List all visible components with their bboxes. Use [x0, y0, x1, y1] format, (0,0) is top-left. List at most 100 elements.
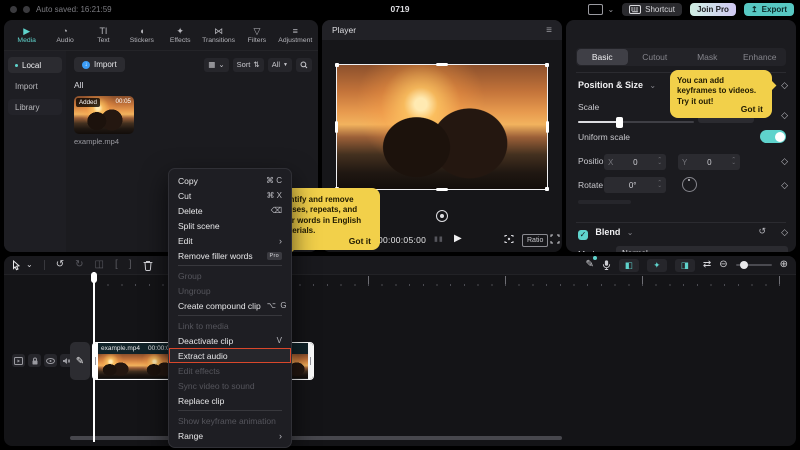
hide-track-icon[interactable] [44, 354, 57, 367]
sidebar-item-import[interactable]: Import [8, 78, 62, 94]
fullscreen-icon[interactable] [550, 234, 560, 244]
display-icon[interactable] [588, 4, 603, 15]
stepper-icon[interactable]: ⌃⌄ [657, 182, 662, 189]
tab-stickers[interactable]: ◖ Stickers [123, 27, 160, 44]
menu-item-link-to-media[interactable]: Link to media [169, 318, 291, 333]
uniform-scale-toggle[interactable] [760, 130, 786, 143]
subtab-enhance[interactable]: Enhance [735, 49, 786, 65]
keyframe-diamond-position[interactable]: ◇ [781, 156, 788, 167]
search-button[interactable] [296, 58, 312, 72]
tab-effects[interactable]: ✦ Effects [162, 27, 199, 44]
menu-item-replace-clip[interactable]: Replace clip [169, 393, 291, 408]
stepper-icon[interactable]: ⌃⌄ [657, 159, 662, 166]
sidebar-item-library[interactable]: Library [8, 99, 62, 115]
auto-cut-in-icon[interactable]: ◧ [619, 259, 639, 272]
menu-item-show-keyframe-animation[interactable]: Show keyframe animation [169, 413, 291, 428]
record-target-icon[interactable] [436, 210, 448, 222]
lock-track-icon[interactable] [28, 354, 41, 367]
scale-slider[interactable] [578, 121, 694, 123]
tab-transitions[interactable]: ⋈ Transitions [200, 27, 237, 44]
link-toggle-icon[interactable]: ⇄ [703, 257, 711, 273]
keyframe-diamond-rotate[interactable]: ◇ [781, 180, 788, 191]
view-mode-dropdown[interactable]: ▦⌄ [204, 58, 228, 72]
tab-text[interactable]: TI Text [85, 27, 122, 44]
menu-item-ungroup[interactable]: Ungroup [169, 283, 291, 298]
ratio-button[interactable]: Ratio [522, 234, 548, 247]
sidebar-item-local[interactable]: Local [8, 57, 62, 73]
menu-item-edit[interactable]: Edit › [169, 233, 291, 248]
position-y-input[interactable]: Y 0 ⌃⌄ [678, 154, 740, 170]
main-track-icon[interactable] [12, 354, 25, 367]
menu-item-group[interactable]: Group [169, 268, 291, 283]
menu-item-extract-audio[interactable]: Extract audio [169, 348, 291, 363]
tab-audio[interactable]: ◔ Audio [46, 27, 83, 44]
smart-tool-icon[interactable]: ✦ [647, 259, 667, 272]
tab-media[interactable]: ▶ Media [8, 27, 45, 44]
blend-checkbox[interactable]: ✓ [578, 230, 588, 240]
redo-icon[interactable]: ↻ [75, 257, 83, 273]
import-button[interactable]: ↓ Import [74, 57, 125, 72]
trim-left-icon[interactable]: [ [115, 257, 118, 273]
rotate-knob[interactable] [682, 177, 697, 192]
position-size-header[interactable]: Position & Size ⌄ [578, 80, 656, 90]
clip-trim-handle-right[interactable] [308, 343, 313, 379]
menu-item-range[interactable]: Range › [169, 428, 291, 443]
timeline-scrollbar[interactable] [70, 436, 562, 440]
playhead[interactable] [93, 272, 95, 442]
menu-item-split-scene[interactable]: Split scene [169, 218, 291, 233]
keyframe-diamond-blend[interactable]: ◇ [781, 227, 788, 238]
stepper-icon[interactable]: ⌃⌄ [731, 159, 736, 166]
zoom-out-icon[interactable]: ⊖ [719, 257, 727, 273]
menu-item-cut[interactable]: Cut ⌘ X [169, 188, 291, 203]
scale-slider-handle[interactable] [616, 117, 623, 128]
menu-item-create-compound-clip[interactable]: Create compound clip ⌥ G [169, 298, 291, 313]
auto-cut-out-icon[interactable]: ◨ [675, 259, 695, 272]
keyframe-diamond-position-size[interactable]: ◇ [781, 80, 788, 91]
shortcut-button[interactable]: Shortcut [622, 3, 682, 16]
menu-item-copy[interactable]: Copy ⌘ C [169, 173, 291, 188]
subtab-basic[interactable]: Basic [577, 49, 628, 65]
cursor-tool-icon[interactable] [12, 260, 21, 271]
menu-item-sync-video-to-sound[interactable]: Sync video to sound [169, 378, 291, 393]
subtab-mask[interactable]: Mask [682, 49, 733, 65]
position-x-input[interactable]: X 0 ⌃⌄ [604, 154, 666, 170]
keyframe-pen-icon[interactable]: ✎ [585, 257, 593, 273]
menu-item-edit-effects[interactable]: Edit effects [169, 363, 291, 378]
subtab-cutout[interactable]: Cutout [630, 49, 681, 65]
blend-header[interactable]: ✓ Blend ⌄ [578, 227, 633, 240]
menu-item-delete[interactable]: Delete ⌫ [169, 203, 291, 218]
play-button[interactable]: ▶ [454, 233, 462, 244]
undo-icon[interactable]: ↺ [56, 257, 64, 273]
timeline-ruler[interactable] [4, 274, 796, 288]
zoom-slider-handle[interactable] [740, 261, 748, 269]
split-icon[interactable]: ◫ [94, 257, 103, 273]
chevron-down-icon[interactable]: ⌄ [26, 257, 33, 273]
preview-video[interactable] [336, 64, 548, 190]
preview-quality-icon[interactable] [504, 234, 514, 244]
filter-dropdown[interactable]: All▼ [268, 58, 292, 72]
menu-item-remove-filler-words[interactable]: Remove filler words Pro [169, 248, 291, 263]
menu-item-deactivate-clip[interactable]: Deactivate clip V [169, 333, 291, 348]
blend-mode-dropdown[interactable]: Normal ⌄ [616, 246, 788, 252]
zoom-in-icon[interactable]: ⊕ [780, 257, 788, 273]
timeline-zoom-slider[interactable] [736, 264, 772, 266]
sort-dropdown[interactable]: Sort⇅ [233, 58, 264, 72]
media-clip-card[interactable]: Added 00:05 [74, 96, 134, 134]
edit-cover-button[interactable]: ✎ [70, 342, 90, 380]
chevron-down-icon[interactable]: ⌄ [607, 5, 614, 14]
trim-right-icon[interactable]: ] [129, 257, 132, 273]
voiceover-mic-icon[interactable] [602, 259, 611, 271]
player-menu-icon[interactable]: ≡ [546, 25, 552, 36]
menu-separator [178, 315, 282, 316]
keyframe-diamond-scale[interactable]: ◇ [781, 110, 788, 121]
delete-icon[interactable] [143, 260, 153, 271]
got-it-button[interactable]: Got it [349, 236, 371, 246]
export-button[interactable]: ↥ Export [744, 3, 794, 16]
got-it-button[interactable]: Got it [741, 104, 763, 114]
reset-icon[interactable]: ↺ [758, 226, 766, 237]
join-pro-button[interactable]: Join Pro [690, 3, 736, 16]
tab-adjustment[interactable]: ≡ Adjustment [277, 27, 314, 44]
grid-view-icon: ▦ [208, 60, 215, 69]
tab-filters[interactable]: ▽ Filters [238, 27, 275, 44]
rotate-input[interactable]: 0° ⌃⌄ [604, 177, 666, 193]
